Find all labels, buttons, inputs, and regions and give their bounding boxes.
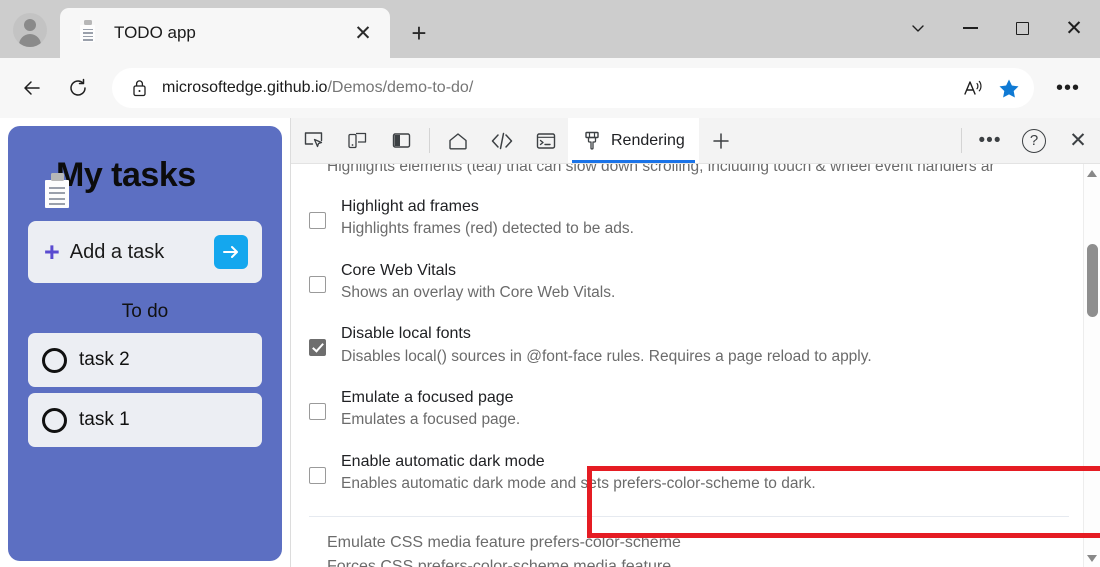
checkbox[interactable]: [309, 466, 326, 484]
list-item[interactable]: task 2: [28, 333, 262, 387]
setting-core-web-vitals[interactable]: Core Web Vitals Shows an overlay with Co…: [299, 250, 1083, 314]
question-mark-icon: ?: [1022, 128, 1046, 153]
setting-description: Highlights frames (red) detected to be a…: [341, 220, 634, 238]
app-header: My tasks: [42, 156, 262, 205]
paintbrush-icon: [582, 130, 602, 151]
todo-section-label: To do: [121, 301, 169, 322]
inspect-element-icon[interactable]: [291, 118, 335, 163]
close-window-button[interactable]: ✕: [1048, 0, 1100, 56]
setting-label: Enable automatic dark mode: [341, 452, 545, 470]
close-tab-button[interactable]: ✕: [346, 16, 380, 50]
minimize-window-button[interactable]: [944, 0, 996, 56]
setting-description: Shows an overlay with Core Web Vitals.: [341, 283, 616, 301]
checkbox[interactable]: [309, 339, 326, 357]
setting-highlight-ad-frames[interactable]: Highlight ad frames Highlights frames (r…: [299, 186, 1083, 250]
url-text[interactable]: microsoftedge.github.io/Demos/demo-to-do…: [162, 79, 954, 97]
window-controls: ✕: [892, 0, 1100, 56]
devtools-toolbar-right: ••• ? ✕: [968, 118, 1100, 163]
address-bar[interactable]: microsoftedge.github.io/Demos/demo-to-do…: [112, 68, 1034, 108]
help-button[interactable]: ?: [1012, 118, 1056, 163]
profile-button[interactable]: [4, 4, 56, 56]
browser-tab-todo-app[interactable]: TODO app ✕: [60, 8, 390, 58]
task-complete-toggle[interactable]: [42, 347, 67, 373]
clipped-setting-description: Highlights elements (teal) that can slow…: [299, 164, 1083, 186]
toolbar-divider-right: [961, 128, 962, 153]
tab-rendering[interactable]: Rendering: [568, 118, 699, 163]
plus-icon: +: [44, 236, 60, 267]
setting-label: Emulate CSS media feature prefers-color-…: [327, 534, 681, 552]
device-toolbar-icon[interactable]: [335, 118, 379, 163]
setting-description: Emulates a focused page.: [341, 411, 521, 429]
lock-icon[interactable]: [128, 79, 150, 97]
setting-description: Disables local() sources in @font-face r…: [341, 347, 872, 365]
list-item[interactable]: task 1: [28, 393, 262, 447]
browser-toolbar: microsoftedge.github.io/Demos/demo-to-do…: [0, 58, 1100, 118]
setting-label: Core Web Vitals: [341, 261, 457, 279]
checkbox[interactable]: [309, 212, 326, 229]
close-devtools-button[interactable]: ✕: [1056, 118, 1100, 163]
page-title: My tasks: [56, 156, 196, 194]
elements-code-icon[interactable]: [480, 118, 524, 163]
add-panel-button[interactable]: [699, 118, 743, 163]
dock-side-icon[interactable]: [379, 118, 423, 163]
scroll-up-arrow-icon[interactable]: [1084, 164, 1100, 182]
rendering-settings-body: Highlights elements (teal) that can slow…: [291, 164, 1100, 567]
arrow-right-icon[interactable]: [214, 235, 248, 269]
scrollbar-track[interactable]: [1084, 182, 1100, 549]
devtools-more-options-button[interactable]: •••: [968, 118, 1012, 163]
setting-automatic-dark-mode[interactable]: Enable automatic dark mode Enables autom…: [299, 441, 1083, 505]
task-label: task 1: [79, 409, 130, 430]
add-task-input[interactable]: + Add a task: [28, 221, 262, 283]
home-icon[interactable]: [436, 118, 480, 163]
reload-button[interactable]: [58, 68, 98, 108]
scrollbar[interactable]: [1083, 164, 1100, 567]
add-task-placeholder: Add a task: [69, 240, 165, 263]
console-icon[interactable]: [524, 118, 568, 163]
url-domain: microsoftedge.github.io: [162, 79, 328, 96]
setting-label: Emulate a focused page: [341, 388, 514, 406]
web-page-viewport: My tasks + Add a task To do task 2 task …: [0, 118, 290, 567]
setting-emulate-prefers-color-scheme[interactable]: Emulate CSS media feature prefers-color-…: [299, 517, 1083, 567]
content-area: My tasks + Add a task To do task 2 task …: [0, 118, 1100, 567]
checkbox[interactable]: [309, 402, 326, 420]
setting-label: Disable local fonts: [341, 325, 471, 343]
setting-label: Highlight ad frames: [341, 198, 479, 215]
browser-settings-more-button[interactable]: •••: [1048, 68, 1088, 108]
devtools-panel: Rendering ••• ? ✕ Highlights elements (t…: [290, 118, 1100, 567]
scrollbar-thumb[interactable]: [1087, 244, 1098, 317]
toolbar-divider: [429, 128, 430, 153]
new-tab-button[interactable]: +: [402, 16, 436, 50]
task-label: task 2: [79, 349, 130, 370]
setting-description: Enables automatic dark mode and sets pre…: [341, 474, 816, 492]
checkbox[interactable]: [309, 275, 326, 293]
tab-title: TODO app: [114, 23, 196, 42]
tab-actions-chevron-down-icon[interactable]: [892, 0, 944, 56]
setting-disable-local-fonts[interactable]: Disable local fonts Disables local() sou…: [299, 313, 1083, 377]
back-button[interactable]: [12, 68, 52, 108]
browser-window: TODO app ✕ + ✕ microsoftedge.github.io/D…: [0, 0, 1100, 567]
setting-emulate-focused-page[interactable]: Emulate a focused page Emulates a focuse…: [299, 377, 1083, 441]
setting-description: Forces CSS prefers-color-scheme media fe…: [327, 558, 672, 567]
task-complete-toggle[interactable]: [42, 407, 67, 433]
scroll-down-arrow-icon[interactable]: [1084, 549, 1100, 567]
favorite-star-icon[interactable]: [992, 71, 1026, 105]
tab-label: Rendering: [611, 131, 685, 149]
avatar-icon: [13, 13, 47, 47]
todo-app: My tasks + Add a task To do task 2 task …: [8, 126, 282, 561]
tab-strip: TODO app ✕ + ✕: [0, 0, 1100, 58]
clipboard-icon: [78, 22, 100, 44]
setting-description: Highlights elements (teal) that can slow…: [327, 164, 995, 175]
devtools-toolbar: Rendering ••• ? ✕: [291, 118, 1100, 164]
maximize-window-button[interactable]: [996, 0, 1048, 56]
rendering-settings-list: Highlights elements (teal) that can slow…: [291, 164, 1083, 567]
read-aloud-icon[interactable]: [956, 71, 990, 105]
url-path: /Demos/demo-to-do/: [327, 79, 474, 96]
